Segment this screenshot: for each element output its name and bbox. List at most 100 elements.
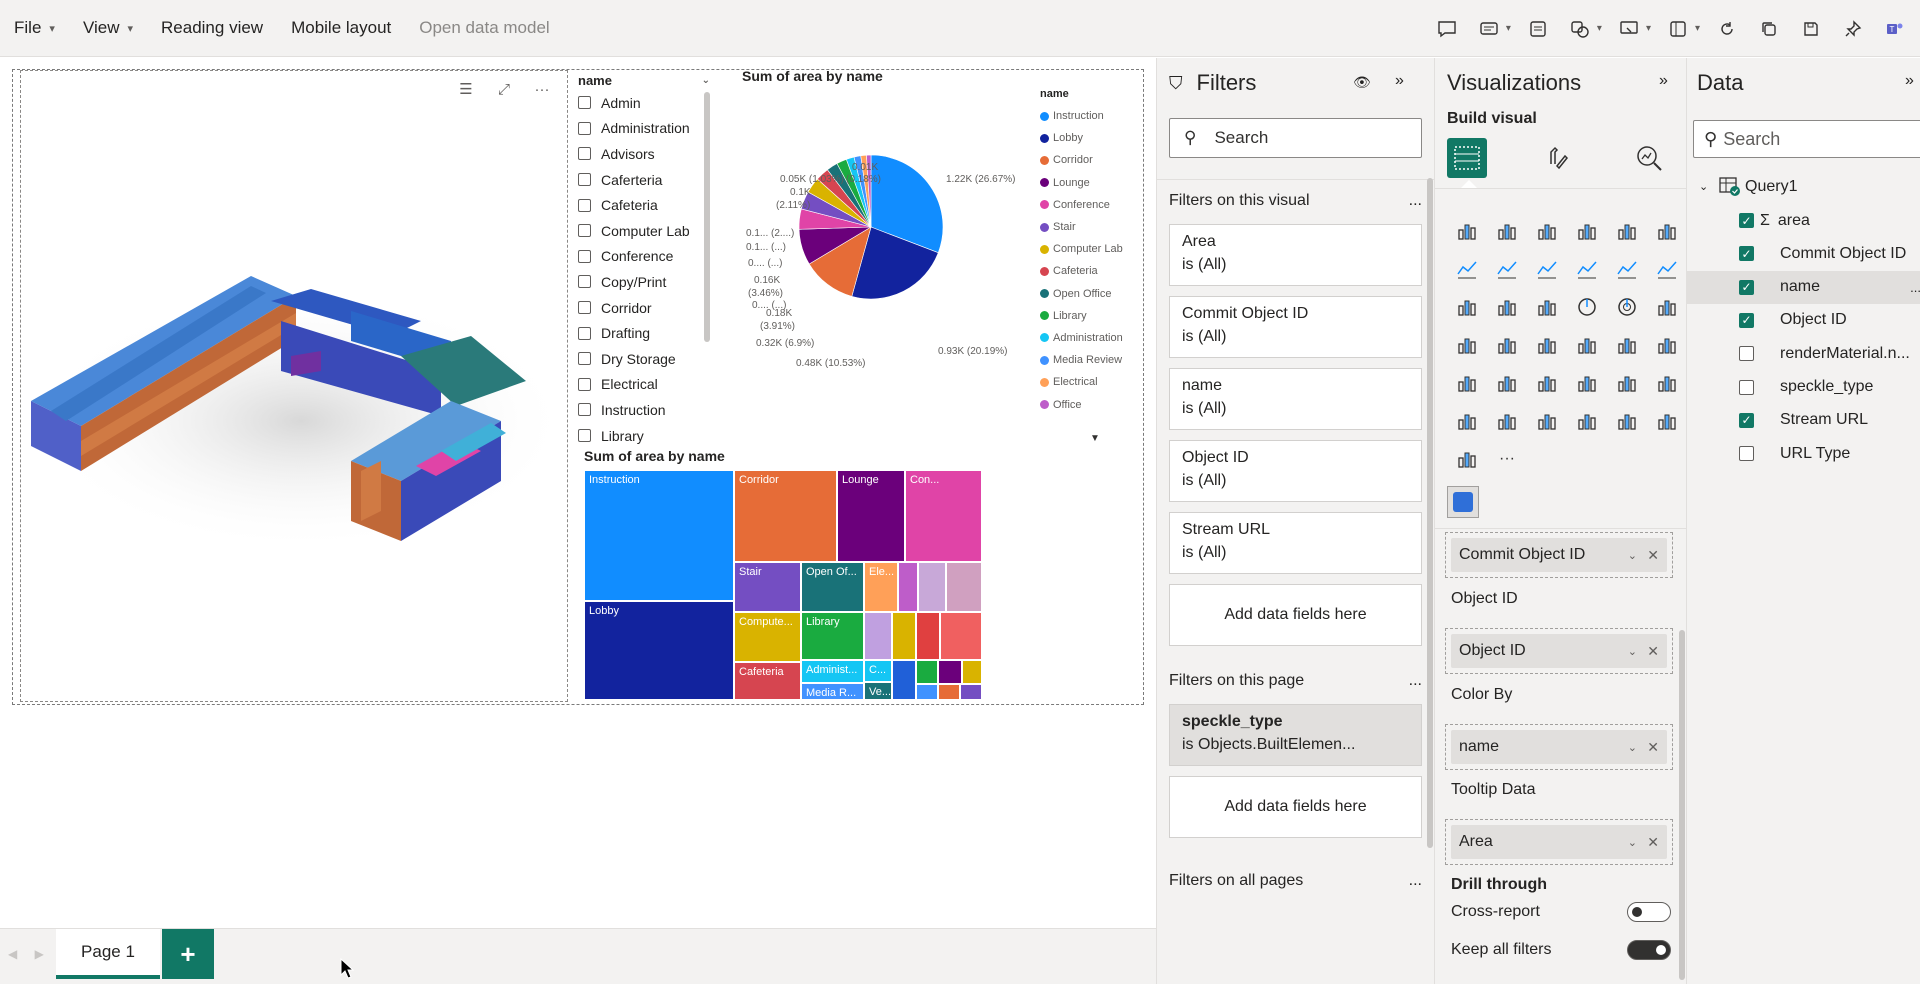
treemap-visual[interactable]: Sum of area by name Instruction Lobby Corr… — [582, 448, 982, 704]
add-page-button[interactable]: + — [162, 929, 214, 979]
chevron-down-icon[interactable]: ⌄ — [1628, 645, 1637, 658]
refresh-icon[interactable] — [1712, 14, 1742, 44]
collapse-visualizations-icon[interactable]: » — [1659, 72, 1668, 90]
field-checkbox[interactable] — [1739, 246, 1754, 262]
more-options-icon[interactable]: ... — [1409, 872, 1422, 890]
legend-item[interactable]: Office — [1040, 393, 1123, 415]
analytics-tab[interactable] — [1631, 140, 1667, 176]
checkbox[interactable] — [578, 121, 591, 135]
format-visual-tab[interactable] — [1539, 140, 1575, 176]
line-and-column-chart-icon[interactable] — [1567, 250, 1607, 288]
treemap-tile[interactable] — [940, 612, 982, 660]
ribbon-chart-icon[interactable] — [1647, 250, 1687, 288]
narrative-icon[interactable] — [1447, 440, 1487, 478]
legend-item[interactable]: Computer Lab — [1040, 238, 1123, 260]
treemap-tile[interactable]: Ele... — [864, 562, 898, 612]
page-filter-card[interactable]: speckle_type is Objects.BuiltElemen... — [1169, 704, 1422, 766]
treemap-tile[interactable]: Media R... — [801, 683, 864, 700]
legend-item[interactable]: Lounge — [1040, 172, 1123, 194]
table-icon[interactable] — [1487, 364, 1527, 402]
slicer-item[interactable]: Caferteria — [578, 167, 710, 193]
treemap-tile[interactable] — [916, 660, 938, 684]
more-options-icon[interactable]: ... — [1409, 672, 1422, 690]
treemap-tile[interactable] — [916, 684, 938, 700]
treemap-tile[interactable] — [962, 660, 982, 684]
slicer-item[interactable]: Instruction — [578, 397, 710, 423]
treemap-tile[interactable] — [892, 612, 916, 660]
collapse-filters-icon[interactable]: » — [1395, 72, 1404, 90]
treemap-tile[interactable] — [916, 612, 940, 660]
collapse-chevron-icon[interactable]: ⌄ — [1699, 180, 1713, 193]
field-item[interactable]: Object ID — [1687, 304, 1920, 337]
building-model-render[interactable] — [21, 71, 571, 701]
eye-icon[interactable]: 👁 — [1353, 74, 1371, 91]
treemap-tile[interactable]: Instruction — [584, 470, 734, 601]
checkbox[interactable] — [578, 275, 591, 289]
file-menu[interactable]: File ▾ — [0, 0, 69, 57]
checkbox[interactable] — [578, 301, 591, 315]
legend-item[interactable]: Library — [1040, 305, 1123, 327]
chevron-down-icon[interactable]: ⌄ — [1628, 549, 1637, 562]
stacked-area-chart-icon[interactable] — [1527, 250, 1567, 288]
visualizations-scrollbar[interactable] — [1679, 630, 1685, 980]
chevron-down-icon[interactable]: ▾ — [1506, 23, 1511, 34]
legend-item[interactable]: Open Office — [1040, 283, 1123, 305]
field-checkbox[interactable] — [1739, 312, 1754, 328]
field-checkbox[interactable] — [1739, 412, 1754, 428]
slicer-item[interactable]: Corridor — [578, 295, 710, 321]
clustered-column-chart-icon[interactable] — [1567, 212, 1607, 250]
treemap-tile[interactable] — [918, 562, 946, 612]
field-item[interactable]: speckle_type — [1687, 371, 1920, 404]
chevron-down-icon[interactable]: ⌄ — [702, 75, 710, 86]
pie-chart-visual[interactable]: Sum of area by name 1.22K (26.67%) 0.93K… — [710, 68, 1140, 446]
gauge-icon[interactable] — [1527, 326, 1567, 364]
filter-icon[interactable]: ☰ — [451, 77, 481, 101]
legend-item[interactable]: Corridor — [1040, 149, 1123, 171]
donut-chart-icon[interactable] — [1607, 288, 1647, 326]
field-item[interactable]: renderMaterial.n... — [1687, 337, 1920, 370]
legend-item[interactable]: Lobby — [1040, 127, 1123, 149]
legend-item[interactable]: Media Review — [1040, 349, 1123, 371]
copy-icon[interactable] — [1754, 14, 1784, 44]
treemap-tile[interactable] — [938, 660, 962, 684]
matrix-icon[interactable] — [1527, 364, 1567, 402]
checkbox[interactable] — [578, 173, 591, 187]
stacked-bar-chart-icon[interactable] — [1447, 212, 1487, 250]
slicer-item[interactable]: Admin — [578, 90, 710, 116]
legend-item[interactable]: Electrical — [1040, 371, 1123, 393]
chevron-down-icon[interactable]: ▾ — [1646, 23, 1651, 34]
collapse-data-icon[interactable]: » — [1905, 72, 1914, 90]
legend-scroll-down-icon[interactable]: ▼ — [1090, 433, 1100, 444]
100-percent-column-chart-icon[interactable] — [1647, 212, 1687, 250]
treemap-tile[interactable]: Lobby — [584, 601, 734, 700]
kpi-icon[interactable] — [1647, 326, 1687, 364]
filters-search-input[interactable]: ⚲ Search — [1169, 118, 1422, 158]
field-checkbox[interactable] — [1739, 446, 1754, 462]
treemap-tile[interactable]: C... — [864, 660, 892, 682]
clustered-bar-chart-icon[interactable] — [1527, 212, 1567, 250]
treemap-tile[interactable]: Ve... — [864, 682, 892, 700]
power-automate-icon[interactable] — [1647, 402, 1687, 440]
reading-view-button[interactable]: Reading view — [147, 0, 277, 57]
view-menu[interactable]: View ▾ — [69, 0, 147, 57]
visual-filter-card[interactable]: Stream URL is (All) — [1169, 512, 1422, 574]
table-query1[interactable]: ⌄ Query1 — [1687, 170, 1920, 203]
line-and-clustered-column-chart-icon[interactable] — [1607, 250, 1647, 288]
slicer-item[interactable]: Administration — [578, 116, 710, 142]
field-well[interactable]: Area ⌄ ✕ — [1445, 819, 1673, 865]
treemap-tile[interactable]: Compute... — [734, 612, 801, 662]
layout-icon[interactable] — [1663, 14, 1693, 44]
slicer-item[interactable]: Drafting — [578, 320, 710, 346]
slicer-icon[interactable] — [1447, 364, 1487, 402]
field-well[interactable]: name ⌄ ✕ — [1445, 724, 1673, 770]
scatter-chart-icon[interactable] — [1527, 288, 1567, 326]
azure-map-icon[interactable] — [1607, 402, 1647, 440]
field-checkbox[interactable] — [1739, 279, 1754, 295]
treemap-tile[interactable]: Lounge — [837, 470, 905, 562]
multi-row-card-icon[interactable] — [1607, 326, 1647, 364]
treemap-plot[interactable]: Instruction Lobby Corridor Lounge Con... Stai… — [584, 470, 982, 700]
cross-report-toggle[interactable] — [1627, 902, 1671, 922]
treemap-tile[interactable] — [898, 562, 918, 612]
format-icon[interactable] — [1474, 14, 1504, 44]
selected-custom-visual[interactable] — [1447, 486, 1479, 518]
